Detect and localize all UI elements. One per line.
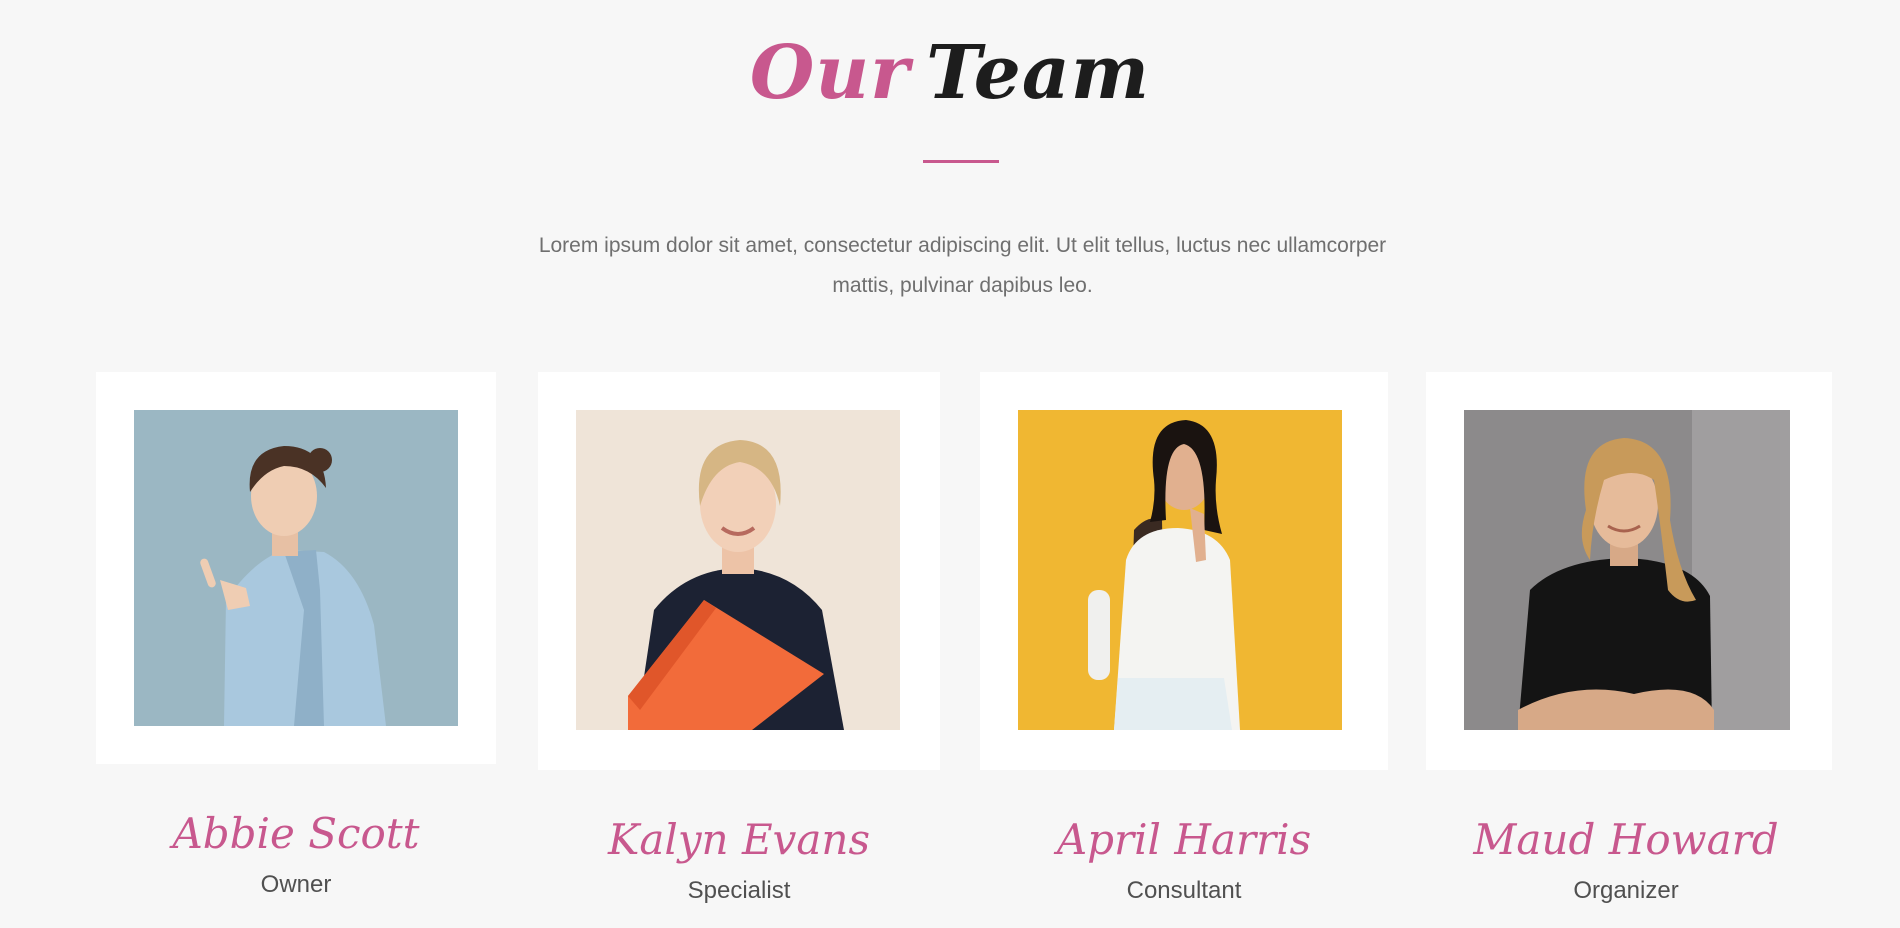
member-role-organizer: Organizer [1573, 877, 1679, 904]
team-photo-april-harris [1018, 410, 1342, 730]
member-name-kalyn-evans: Kalyn Evans [607, 815, 870, 864]
member-role-owner: Owner [260, 871, 332, 898]
team-photo-maud-howard [1464, 410, 1790, 730]
section-intro: Lorem ipsum dolor sit amet, consectetur … [480, 226, 1445, 306]
intro-line-2: mattis, pulvinar dapibus leo. [832, 274, 1093, 297]
section-title: Our Team [0, 28, 1900, 118]
member-name-abbie-scott: Abbie Scott [172, 809, 420, 858]
team-card-abbie-scott[interactable] [96, 372, 496, 764]
team-photo-abbie-scott [134, 410, 458, 726]
title-divider [923, 160, 999, 163]
team-photo-kalyn-evans [576, 410, 900, 730]
member-role-specialist: Specialist [687, 877, 791, 904]
member-name-april-harris: April Harris [1056, 815, 1312, 864]
member-name-maud-howard: Maud Howard [1473, 815, 1779, 864]
team-card-maud-howard[interactable] [1426, 372, 1832, 770]
team-card-kalyn-evans[interactable] [538, 372, 940, 770]
section-title-team: Team [926, 30, 1151, 116]
team-card-april-harris[interactable] [980, 372, 1388, 770]
member-role-consultant: Consultant [1126, 877, 1242, 904]
intro-line-1: Lorem ipsum dolor sit amet, consectetur … [538, 234, 1387, 257]
section-title-our: Our [749, 30, 911, 116]
